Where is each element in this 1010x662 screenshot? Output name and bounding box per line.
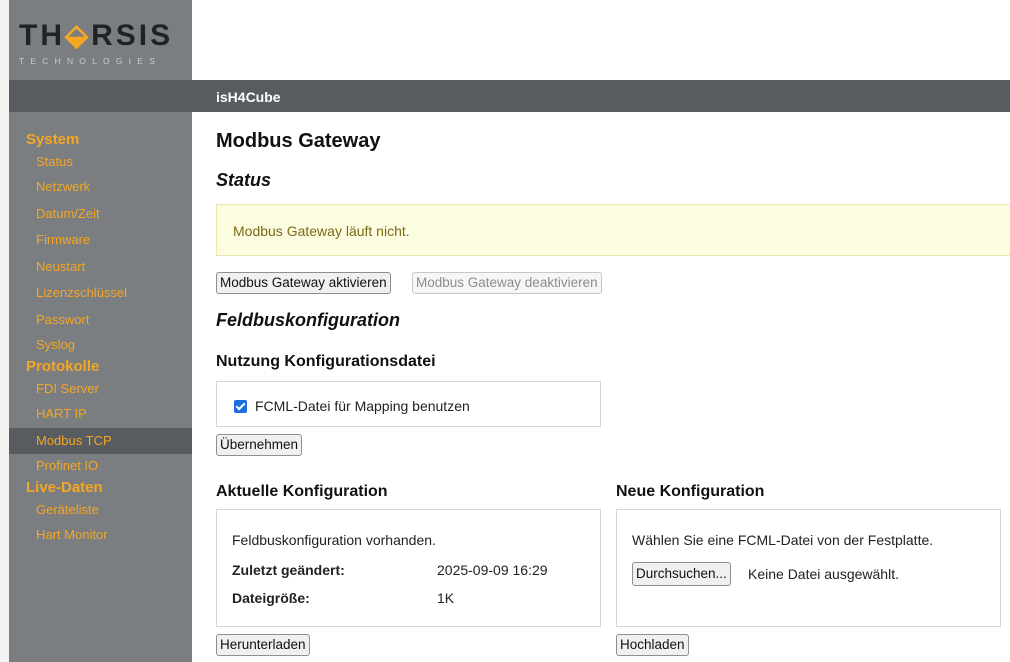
sidebar-item-hart-monitor[interactable]: Hart Monitor <box>9 522 192 549</box>
fcml-checkbox-label[interactable]: FCML-Datei für Mapping benutzen <box>255 398 470 414</box>
sidebar-item-hart-ip[interactable]: HART IP <box>9 401 192 428</box>
sidebar-item-status[interactable]: Status <box>9 150 192 174</box>
sidebar-item-geraeteliste[interactable]: Geräteliste <box>9 498 192 522</box>
window-frame <box>0 0 9 662</box>
sidebar-item-firmware[interactable]: Firmware <box>9 227 192 254</box>
nav-section-protokolle: Protokolle <box>26 358 100 375</box>
logo-emblem-icon: ⬙ <box>65 19 92 52</box>
sidebar-item-fdi-server[interactable]: FDI Server <box>9 377 192 401</box>
status-alert: Modbus Gateway läuft nicht. <box>216 204 1010 256</box>
fcml-checkbox[interactable] <box>234 400 247 413</box>
nav-section-live-daten: Live-Daten <box>26 479 103 496</box>
last-changed-label: Zuletzt geändert: <box>232 562 345 578</box>
usage-config-box: FCML-Datei für Mapping benutzen <box>216 381 601 427</box>
apply-button[interactable]: Übernehmen <box>216 434 303 456</box>
top-banner <box>192 0 1010 80</box>
file-instruction-text: Wählen Sie eine FCML-Datei von der Festp… <box>632 532 934 548</box>
sidebar-item-passwort[interactable]: Passwort <box>9 307 192 334</box>
sidebar-item-syslog[interactable]: Syslog <box>9 333 192 357</box>
file-size-value: 1K <box>437 590 455 606</box>
nav-section-system: System <box>26 131 80 148</box>
activate-gateway-button[interactable]: Modbus Gateway aktivieren <box>216 272 391 294</box>
sidebar-item-lizenzschluessel[interactable]: Lizenzschlüssel <box>9 280 192 307</box>
config-status-text: Feldbuskonfiguration vorhanden. <box>232 532 436 548</box>
sidebar-header-strip <box>9 80 192 112</box>
file-size-label: Dateigröße: <box>232 590 310 606</box>
last-changed-value: 2025-09-09 16:29 <box>437 562 548 578</box>
sidebar-item-datum-zeit[interactable]: Datum/Zeit <box>9 201 192 228</box>
logo-tagline: TECHNOLOGIES <box>19 56 161 66</box>
main-content: Modbus Gateway Status Modbus Gateway läu… <box>192 112 1010 662</box>
browse-file-button[interactable]: Durchsuchen... <box>632 562 731 586</box>
sidebar-item-netzwerk[interactable]: Netzwerk <box>9 174 192 201</box>
device-title-bar: isH4Cube <box>192 80 1010 112</box>
usage-heading: Nutzung Konfigurationsdatei <box>216 353 436 370</box>
sidebar-nav: System Status Netzwerk Datum/Zeit Firmwa… <box>9 130 192 549</box>
logo-text-pre: TH <box>19 19 65 52</box>
upload-button[interactable]: Hochladen <box>616 634 689 656</box>
sidebar: TH⬙RSIS TECHNOLOGIES System Status Netzw… <box>9 0 192 662</box>
current-config-box: Feldbuskonfiguration vorhanden. Zuletzt … <box>216 509 601 627</box>
download-button[interactable]: Herunterladen <box>216 634 310 656</box>
logo: TH⬙RSIS TECHNOLOGIES <box>9 0 192 80</box>
page-title: Modbus Gateway <box>216 130 381 152</box>
deactivate-gateway-button[interactable]: Modbus Gateway deaktivieren <box>412 272 602 294</box>
fieldbus-heading: Feldbuskonfiguration <box>216 310 400 330</box>
logo-wordmark: TH⬙RSIS <box>19 18 173 53</box>
sidebar-item-neustart[interactable]: Neustart <box>9 254 192 281</box>
new-config-box: Wählen Sie eine FCML-Datei von der Festp… <box>616 509 1001 627</box>
logo-text-post: RSIS <box>91 19 174 52</box>
sidebar-item-modbus-tcp[interactable]: Modbus TCP <box>9 427 192 454</box>
sidebar-item-profinet-io[interactable]: Profinet IO <box>9 454 192 478</box>
current-config-heading: Aktuelle Konfiguration <box>216 483 388 500</box>
new-config-heading: Neue Konfiguration <box>616 483 765 500</box>
no-file-selected-text: Keine Datei ausgewählt. <box>748 566 899 582</box>
status-heading: Status <box>216 170 272 190</box>
